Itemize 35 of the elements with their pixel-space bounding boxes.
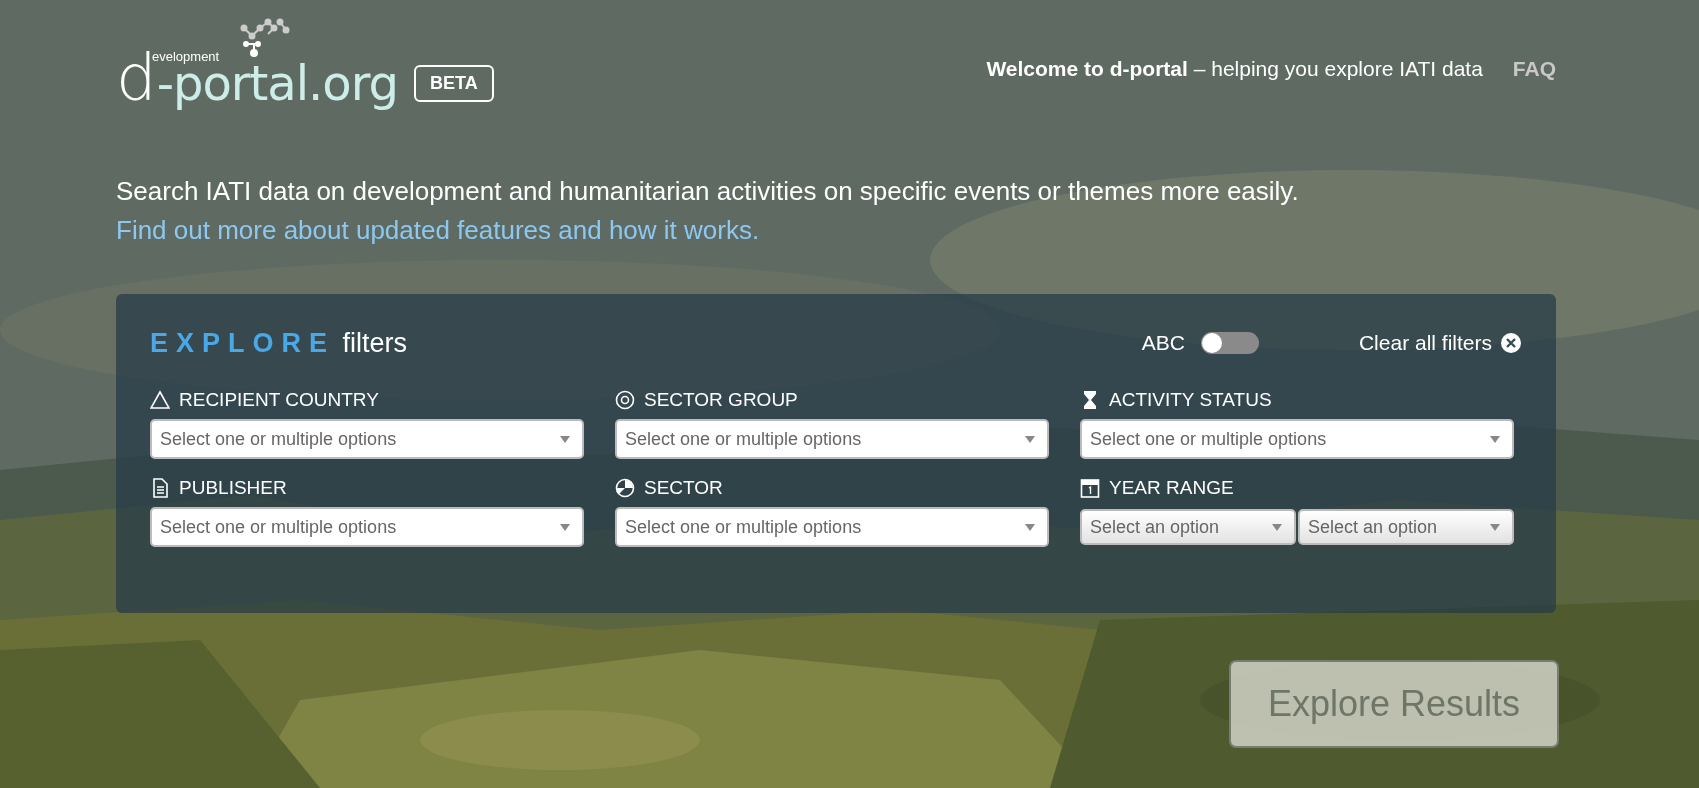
filter-label: ACTIVITY STATUS (1109, 389, 1272, 411)
beta-badge: BETA (414, 65, 494, 102)
select-field[interactable]: Select an option (1080, 509, 1296, 545)
select-field[interactable]: Select one or multiple options (1080, 419, 1514, 459)
intro-text: Search IATI data on development and humanitarian activities on specific events or themes more easily. (116, 175, 1299, 208)
clear-filters-button[interactable]: Clear all filters (1358, 331, 1522, 355)
toggle-label: ABC (1141, 331, 1185, 355)
document-icon (150, 478, 170, 498)
caret-icon (1025, 523, 1035, 531)
filter-label: YEAR RANGE (1109, 477, 1234, 499)
caret-icon (1025, 435, 1035, 443)
target-icon (615, 390, 635, 410)
select-field[interactable]: Select one or multiple options (615, 419, 1049, 459)
welcome-text: Welcome to d-portal – helping you explore IATI data (986, 57, 1483, 81)
filter-label: SECTOR (644, 477, 723, 499)
pie-chart-icon (615, 478, 635, 498)
filter-label: PUBLISHER (179, 477, 287, 499)
close-icon (1500, 332, 1522, 354)
filter-label: SECTOR GROUP (644, 389, 798, 411)
faq-link[interactable]: FAQ (1512, 57, 1556, 81)
caret-icon (560, 435, 570, 443)
caret-icon (560, 523, 570, 531)
select-field[interactable]: Select one or multiple options (615, 507, 1049, 547)
triangle-icon (150, 390, 170, 410)
panel-title: EXPLORE filters (150, 327, 408, 359)
abc-toggle[interactable] (1200, 332, 1259, 354)
select-field[interactable]: Select one or multiple options (150, 419, 584, 459)
select-field[interactable]: Select an option (1298, 509, 1514, 545)
select-field[interactable]: Select one or multiple options (150, 507, 584, 547)
caret-icon (1490, 523, 1500, 531)
features-link[interactable]: Find out more about updated features and how it works. (116, 211, 760, 250)
caret-icon (1490, 435, 1500, 443)
caret-icon (1272, 523, 1282, 531)
filter-label: RECIPIENT COUNTRY (179, 389, 379, 411)
calendar-icon (1080, 478, 1100, 498)
